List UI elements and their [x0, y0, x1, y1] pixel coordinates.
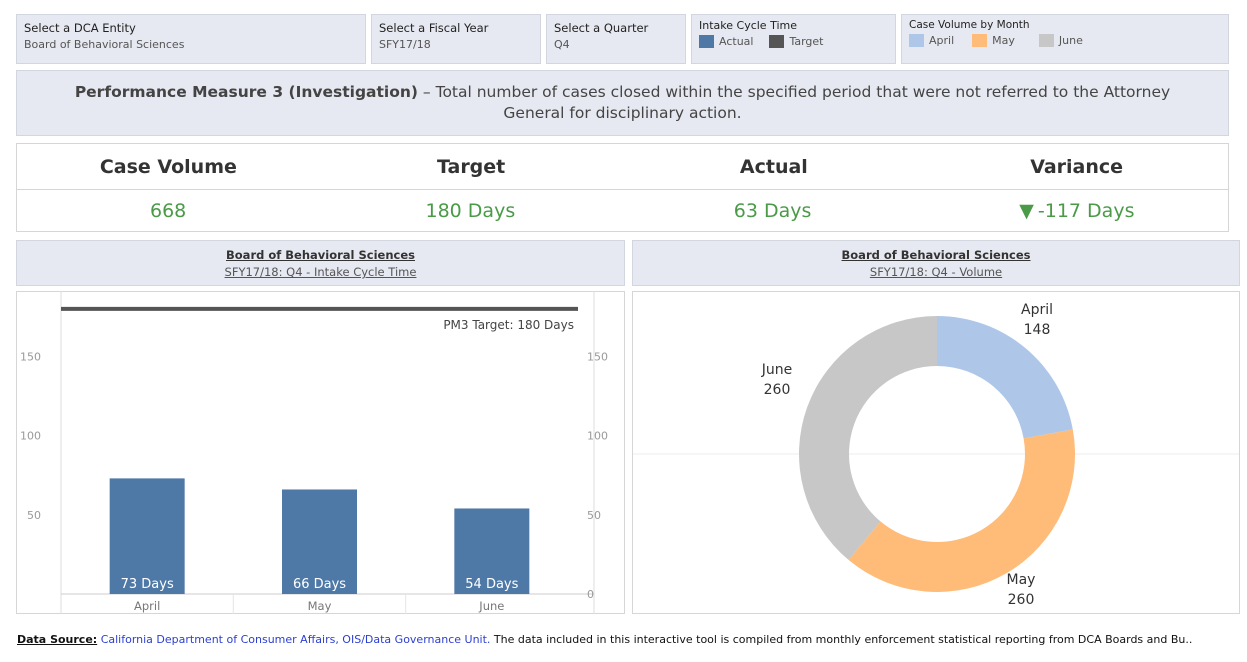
legend-label-april: April — [929, 34, 955, 47]
data-source-text: The data included in this interactive to… — [490, 633, 1193, 646]
slice-name-label: April — [1021, 302, 1053, 318]
slice-value-label: 260 — [1008, 592, 1035, 608]
fiscal-year-filter-label: Select a Fiscal Year — [379, 21, 489, 35]
volume-donut-chart: April 148 May 260 June 260 — [633, 302, 1239, 608]
legend-item-target[interactable]: Target — [769, 35, 824, 48]
intake-cycle-legend: Intake Cycle Time Actual Target — [691, 14, 896, 64]
y-tick-left: 150 — [20, 350, 41, 363]
y-tick-right: 50 — [587, 509, 601, 522]
actual-swatch — [699, 35, 714, 48]
bar-value-label: 66 Days — [293, 577, 346, 592]
bar-value-label: 54 Days — [465, 577, 518, 592]
data-source-label: Data Source: — [17, 633, 98, 646]
kpi-value-target: 180 Days — [425, 199, 516, 222]
y-tick-right: 150 — [587, 350, 608, 363]
intake-cycle-legend-title: Intake Cycle Time — [699, 19, 797, 32]
legend-label-june: June — [1058, 34, 1083, 47]
kpi-value-variance: ▼ -117 Days — [926, 190, 1228, 231]
kpi-header-variance: Variance — [1030, 155, 1124, 178]
data-source-link[interactable]: California Department of Consumer Affair… — [101, 633, 491, 646]
entity-filter-label: Select a DCA Entity — [24, 21, 136, 35]
legend-label-may: May — [992, 34, 1015, 47]
volume-panel-entity: Board of Behavioral Sciences — [841, 248, 1031, 262]
y-tick-right: 100 — [587, 430, 608, 443]
legend-label-target: Target — [789, 35, 824, 48]
slice-name-label: May — [1007, 572, 1036, 588]
legend-item-june[interactable]: June — [1038, 34, 1083, 47]
down-triangle-icon: ▼ — [1019, 199, 1034, 222]
volume-chart: April 148 May 260 June 260 — [632, 291, 1240, 614]
slice-value-label: 260 — [764, 382, 791, 398]
legend-item-april[interactable]: April — [909, 34, 954, 47]
case-volume-legend-title: Case Volume by Month — [909, 19, 1030, 31]
kpi-value-actual: 63 Days — [733, 199, 812, 222]
donut-slice-april — [937, 316, 1073, 439]
entity-filter-value[interactable]: Board of Behavioral Sciences — [24, 38, 358, 51]
y-tick-left: 100 — [20, 430, 41, 443]
may-swatch — [972, 34, 988, 47]
target-swatch — [769, 35, 785, 48]
quarter-filter-value[interactable]: Q4 — [554, 38, 678, 51]
case-volume-legend: Case Volume by Month April May June — [901, 14, 1229, 64]
x-tick-label: June — [478, 599, 504, 613]
x-tick-label: April — [134, 599, 160, 613]
intake-panel-title: Board of Behavioral Sciences SFY17/18: Q… — [16, 240, 625, 286]
legend-item-actual[interactable]: Actual — [699, 35, 753, 48]
kpi-header-actual: Actual — [739, 155, 808, 178]
y-tick-left: 50 — [27, 509, 41, 522]
quarter-filter-label: Select a Quarter — [554, 21, 649, 35]
performance-measure-banner: Performance Measure 3 (Investigation) – … — [16, 70, 1229, 136]
kpi-header-case-volume: Case Volume — [99, 155, 237, 178]
fiscal-year-filter-value[interactable]: SFY17/18 — [379, 38, 533, 51]
slice-value-label: 148 — [1024, 322, 1051, 338]
legend-item-may[interactable]: May — [972, 34, 1015, 47]
performance-measure-text: – Total number of cases closed within th… — [418, 83, 1171, 122]
variance-value: -117 Days — [1037, 199, 1135, 222]
intake-cycle-chart: 50 100 150 0 50 100 150 PM3 Target: 180 Days 73 … — [16, 291, 625, 614]
kpi-header-row: Case Volume Target Actual Variance — [16, 143, 1229, 190]
slice-name-label: June — [761, 362, 793, 378]
legend-label-actual: Actual — [719, 35, 754, 48]
april-swatch — [909, 34, 924, 47]
quarter-filter[interactable]: Select a Quarter Q4 — [546, 14, 686, 64]
intake-cycle-bar-chart: 50 100 150 0 50 100 150 PM3 Target: 180 Days 73 … — [16, 291, 625, 614]
intake-panel-subtitle: SFY17/18: Q4 - Intake Cycle Time — [224, 265, 417, 279]
y-tick-right: 0 — [587, 588, 594, 601]
entity-filter[interactable]: Select a DCA Entity Board of Behavioral … — [16, 14, 366, 64]
kpi-value-case-volume: 668 — [149, 199, 187, 222]
target-label: PM3 Target: 180 Days — [443, 318, 574, 332]
volume-panel-subtitle: SFY17/18: Q4 - Volume — [869, 265, 1003, 279]
data-source-footer: Data Source: California Department of Co… — [17, 633, 1242, 646]
performance-measure-title: Performance Measure 3 (Investigation) — [74, 83, 418, 101]
performance-measure-description: Performance Measure 3 (Investigation) – … — [47, 82, 1198, 124]
x-tick-label: May — [308, 599, 332, 613]
donut-slice-june — [799, 316, 937, 560]
kpi-value-row: 668 180 Days 63 Days ▼ -117 Days — [16, 190, 1229, 232]
intake-panel-entity: Board of Behavioral Sciences — [226, 248, 415, 262]
kpi-header-target: Target — [436, 155, 506, 178]
volume-panel-title: Board of Behavioral Sciences SFY17/18: Q… — [632, 240, 1240, 286]
june-swatch — [1038, 34, 1054, 47]
bar-value-label: 73 Days — [121, 577, 174, 592]
fiscal-year-filter[interactable]: Select a Fiscal Year SFY17/18 — [371, 14, 541, 64]
